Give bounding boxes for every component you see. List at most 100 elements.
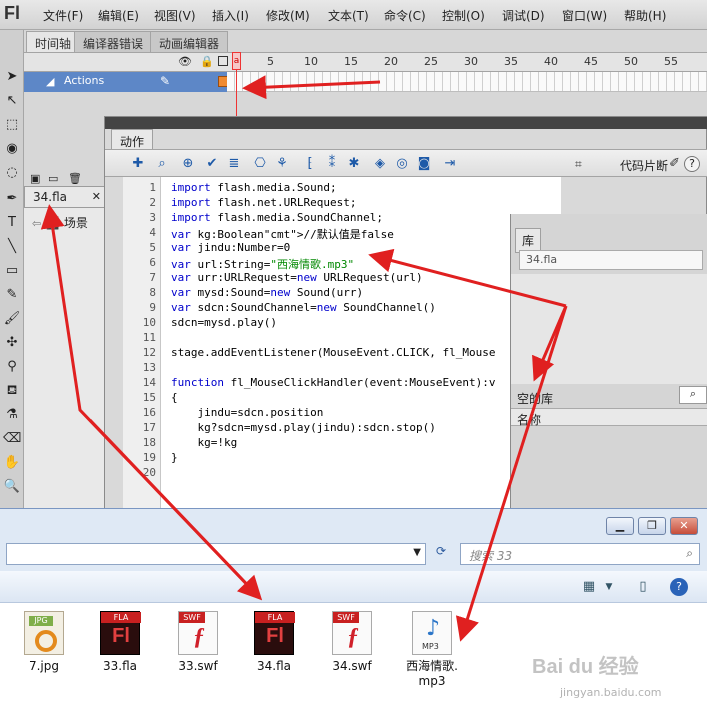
close-button[interactable]: ✕ [670,517,698,535]
remove-comment-icon[interactable]: ◙ [415,155,433,173]
rectangle-tool-icon[interactable]: ▭ [3,262,21,280]
menu-insert[interactable]: 插入(I) [212,7,249,24]
library-column-name[interactable]: 名称 [511,408,707,427]
code-line[interactable]: var mysd:Sound=new Sound(urr) [171,286,363,299]
help-icon[interactable]: ? [670,578,688,596]
subselection-tool-icon[interactable]: ↖ [3,92,21,110]
file-item[interactable]: ♪ MP3 西海情歌. mp3 [396,611,468,689]
free-transform-icon[interactable]: ⬚ [3,116,21,134]
eye-icon[interactable]: 👁 [178,55,192,68]
menu-commands[interactable]: 命令(C) [384,7,426,24]
panel-titlebar[interactable] [105,117,707,129]
3d-rotation-icon[interactable]: ◉ [3,140,21,158]
code-line[interactable]: } [171,451,178,464]
refresh-icon[interactable]: ⟳ [430,544,452,564]
file-item[interactable]: FLA Fl 34.fla [238,611,310,674]
document-tab[interactable]: 34.fla ✕ [24,186,108,208]
code-line[interactable]: sdcn=mysd.play() [171,316,277,329]
code-line[interactable]: { [171,391,178,404]
tab-actions[interactable]: 动作 [111,129,154,149]
chevron-down-icon[interactable]: ▼ [413,547,421,558]
hand-tool-icon[interactable]: ✋ [3,454,21,472]
apply-block-comment-icon[interactable]: ◈ [371,155,389,173]
library-document-select[interactable]: 34.fla [519,250,703,270]
eyedropper-tool-icon[interactable]: ⚗ [3,406,21,424]
zoom-tool-icon[interactable]: 🔍 [3,478,21,496]
search-input[interactable]: 搜索 33 ⌕ [460,543,700,565]
code-line[interactable]: var sdcn:SoundChannel=new SoundChannel() [171,301,436,314]
deco-tool-icon[interactable]: ✣ [3,334,21,352]
code-line[interactable]: var url:String="西海情歌.mp3" [171,256,354,272]
collapse-selection-icon[interactable]: ⁑ [323,155,341,173]
code-line[interactable]: import flash.media.Sound; [171,181,337,194]
delete-layer-icon[interactable]: 🗑 [68,172,82,185]
view-options-icon[interactable]: ▦ [580,578,598,596]
check-syntax-icon[interactable]: ✔ [203,155,221,173]
find-icon[interactable]: ⌕ [153,155,171,173]
code-line[interactable]: kg?sdcn=mysd.play(jindu):sdcn.stop() [171,421,435,434]
paint-bucket-icon[interactable]: ⛾ [3,382,21,400]
address-bar[interactable]: ▼ [6,543,426,565]
lock-icon[interactable]: 🔒 [200,55,214,68]
frame-cells[interactable] [227,72,707,92]
code-line[interactable]: var kg:Boolean"cmt">//默认值是false [171,226,394,242]
debug-options-icon[interactable]: ⚘ [273,155,291,173]
menu-view[interactable]: 视图(V) [154,7,196,24]
pen-tool-icon[interactable]: ✒ [3,190,21,208]
tab-motion-editor[interactable]: 动画编辑器 [150,31,229,52]
add-statement-icon[interactable]: ✚ [129,155,147,173]
insert-target-path-icon[interactable]: ⊕ [179,155,197,173]
maximize-button[interactable]: ❐ [638,517,666,535]
back-arrow-icon[interactable]: ⇦ [32,217,41,230]
code-snippets-icon[interactable]: ⌗ [575,157,582,172]
layer-row[interactable]: Actions ◢ ✎ [24,72,707,92]
stage-area[interactable] [24,208,108,516]
tab-timeline[interactable]: 时间轴 [26,31,81,52]
show-hide-toolbox-icon[interactable]: ⇥ [441,155,459,173]
file-item[interactable]: SWF ƒ 34.swf [316,611,388,674]
menu-help[interactable]: 帮助(H) [624,7,666,24]
code-line[interactable]: import flash.net.URLRequest; [171,196,356,209]
menu-edit[interactable]: 编辑(E) [98,7,139,24]
apply-line-comment-icon[interactable]: ◎ [393,155,411,173]
selection-tool-icon[interactable]: ➤ [3,68,21,86]
brush-tool-icon[interactable]: 🖌 [3,310,21,328]
menu-modify[interactable]: 修改(M) [266,7,310,24]
menu-file[interactable]: 文件(F) [43,7,83,24]
code-line[interactable]: function fl_MouseClickHandler(event:Mous… [171,376,496,389]
close-icon[interactable]: ✕ [92,190,101,203]
file-item[interactable]: JPG 7.jpg [8,611,80,674]
text-tool-icon[interactable]: T [3,214,21,232]
menu-debug[interactable]: 调试(D) [502,7,545,24]
collapse-between-braces-icon[interactable]: ⁅ [301,155,319,173]
frame-ruler[interactable]: 👁 🔒 1 5 10 15 20 25 30 35 40 45 50 55 [24,52,707,72]
help-icon[interactable]: ? [684,156,700,172]
code-line[interactable]: import flash.media.SoundChannel; [171,211,383,224]
code-line[interactable]: kg=!kg [171,436,237,449]
new-folder-icon[interactable]: ▭ [48,172,58,185]
view-dropdown-icon[interactable]: ▼ [600,578,618,596]
code-line[interactable]: var urr:URLRequest=new URLRequest(url) [171,271,423,284]
minimize-button[interactable]: ▁ [606,517,634,535]
lasso-tool-icon[interactable]: ◌ [3,164,21,182]
search-icon[interactable]: ⌕ [686,546,693,561]
wrench-icon[interactable]: ✐ [669,156,680,171]
pencil-tool-icon[interactable]: ✎ [3,286,21,304]
code-line[interactable]: jindu=sdcn.position [171,406,323,419]
library-search-icon[interactable]: ⌕ [679,386,707,404]
code-snippets-button[interactable]: 代码片断 [620,157,668,174]
line-tool-icon[interactable]: ╲ [3,238,21,256]
preview-pane-icon[interactable]: ▯ [634,578,652,596]
outline-icon[interactable] [218,56,228,66]
eraser-tool-icon[interactable]: ⌫ [3,430,21,448]
new-layer-icon[interactable]: ▣ [30,172,40,185]
auto-format-icon[interactable]: ≣ [225,155,243,173]
file-item[interactable]: FLA Fl 33.fla [84,611,156,674]
menu-window[interactable]: 窗口(W) [562,7,607,24]
code-editor[interactable]: import flash.media.Sound; import flash.ne… [161,177,561,517]
bone-tool-icon[interactable]: ⚲ [3,358,21,376]
show-code-hint-icon[interactable]: ⎔ [251,155,269,173]
tab-compiler-errors[interactable]: 编译器错误 [74,31,153,52]
menu-text[interactable]: 文本(T) [328,7,369,24]
file-item[interactable]: SWF ƒ 33.swf [162,611,234,674]
